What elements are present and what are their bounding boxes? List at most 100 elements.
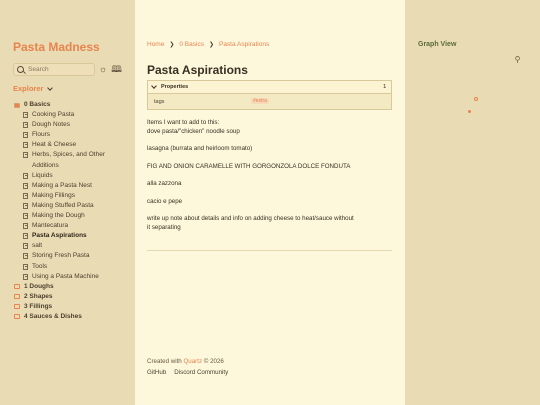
chevron-down-icon	[151, 83, 157, 89]
folder-icon	[14, 304, 20, 310]
tree-item-label: 4 Sauces & Dishes	[24, 312, 82, 320]
explorer-file[interactable]: Mantecatura	[13, 221, 131, 231]
quartz-link[interactable]: Quartz	[183, 358, 202, 365]
paragraph-line: Items I want to add to this:	[147, 119, 220, 126]
paragraph-line: dove pasta/"chicken" noodle soup	[147, 128, 240, 135]
explorer-folder[interactable]: 4 Sauces & Dishes	[13, 312, 131, 322]
paragraph: write up note about details and info on …	[147, 214, 392, 232]
explorer-file[interactable]: Heat & Cheese	[13, 140, 131, 150]
paragraph: cacio e pepe	[147, 197, 392, 206]
explorer-file[interactable]: Making the Dough	[13, 211, 131, 221]
tree-item-label: Flours	[32, 131, 51, 139]
chevron-right-icon: ❯	[208, 42, 214, 48]
property-row: tags #extra	[148, 94, 391, 110]
properties-count: 1	[383, 84, 386, 90]
expand-graph-icon[interactable]: ⚲	[513, 55, 522, 64]
file-icon	[23, 233, 28, 240]
tree-item-label: Making Fillings	[32, 191, 75, 199]
search-icon	[17, 66, 24, 73]
file-icon	[23, 192, 28, 199]
tree-item-label: Making the Dough	[32, 212, 85, 220]
tree-item-label: Herbs, Spices, and Other Additions	[32, 151, 105, 169]
file-icon	[23, 182, 28, 189]
article-body: Items I want to add to this: dove pasta/"…	[147, 118, 392, 240]
explorer-file[interactable]: Making Stuffed Pasta	[13, 201, 131, 211]
tree-item-label: Storing Fresh Pasta	[32, 252, 90, 260]
breadcrumb-folder[interactable]: 0 Basics	[179, 41, 204, 48]
graph-node[interactable]	[474, 97, 478, 101]
search-placeholder: Search	[28, 66, 49, 73]
tree-item-label: Making Stuffed Pasta	[32, 201, 94, 209]
left-sidebar: Pasta Madness Search ☼ 🕮 Explorer 0 Basi…	[0, 0, 135, 405]
explorer-file[interactable]: salt	[13, 241, 131, 251]
paragraph: FIG AND ONION CARAMELLE WITH GORGONZOLA …	[147, 162, 392, 171]
breadcrumb-current[interactable]: Pasta Aspirations	[219, 41, 269, 48]
footer-credit: Created with Quartz © 2026	[147, 358, 224, 365]
folder-icon	[14, 102, 20, 108]
paragraph-line: lasagna (burrata and heirloom tomato)	[147, 145, 253, 153]
file-icon	[23, 122, 28, 129]
explorer-folder[interactable]: 0 Basics	[13, 100, 131, 110]
tree-item-label: 1 Doughs	[24, 282, 54, 290]
explorer-file[interactable]: Tools	[13, 262, 131, 272]
paragraph-line: write up note about details and info on …	[147, 214, 354, 222]
explorer-file[interactable]: Using a Pasta Machine	[13, 272, 131, 282]
chevron-right-icon: ❯	[169, 42, 175, 48]
discord-link[interactable]: Discord Community	[174, 369, 228, 376]
explorer-file[interactable]: Liquids	[13, 171, 131, 181]
tree-item-label: Liquids	[32, 171, 53, 179]
file-icon	[23, 132, 28, 139]
site-title[interactable]: Pasta Madness	[13, 40, 100, 54]
explorer-folder[interactable]: 1 Doughs	[13, 282, 131, 292]
page-title: Pasta Aspirations	[147, 63, 248, 77]
file-icon	[23, 142, 28, 149]
tree-item-label: Pasta Aspirations	[32, 232, 87, 240]
explorer-toggle[interactable]: Explorer	[13, 84, 54, 93]
footer-created-prefix: Created with	[147, 358, 182, 365]
breadcrumb-home[interactable]: Home	[147, 41, 164, 48]
folder-icon	[14, 284, 20, 290]
paragraph-line: cacio e pepe	[147, 197, 183, 205]
explorer-file[interactable]: Dough Notes	[13, 120, 131, 130]
explorer-folder[interactable]: 3 Fillings	[13, 302, 131, 312]
tree-item-label: Tools	[32, 262, 48, 270]
explorer-file[interactable]: Making a Pasta Nest	[13, 181, 131, 191]
book-icon[interactable]: 🕮	[111, 64, 122, 74]
file-icon	[23, 273, 28, 280]
explorer-file[interactable]: Pasta Aspirations	[13, 231, 131, 241]
properties-toggle[interactable]: Properties 1	[148, 81, 391, 94]
github-link[interactable]: GitHub	[147, 369, 166, 376]
tree-item-label: salt	[32, 242, 43, 250]
main-content: Home ❯ 0 Basics ❯ Pasta Aspirations Past…	[135, 0, 405, 405]
file-icon	[23, 263, 28, 270]
paragraph: Items I want to add to this: dove pasta/"…	[147, 118, 392, 136]
explorer-tree: 0 Basics Cooking Pasta Dough Notes Flours He…	[13, 100, 131, 322]
properties-label: Properties	[161, 84, 189, 90]
sun-icon[interactable]: ☼	[98, 64, 108, 74]
tag-badge[interactable]: #extra	[251, 98, 269, 104]
paragraph: lasagna (burrata and heirloom tomato)	[147, 144, 392, 153]
footer-links: GitHub Discord Community	[147, 369, 228, 376]
properties-panel: Properties 1 tags #extra	[147, 80, 392, 110]
breadcrumb: Home ❯ 0 Basics ❯ Pasta Aspirations	[147, 41, 269, 48]
search-input[interactable]: Search	[13, 63, 95, 76]
folder-icon	[14, 314, 20, 320]
graph-node[interactable]	[468, 110, 471, 113]
folder-icon	[14, 294, 20, 300]
right-sidebar: Graph View ⚲	[405, 0, 540, 405]
explorer-file[interactable]: Making Fillings	[13, 191, 131, 201]
paragraph: alla zazzona	[147, 179, 392, 188]
property-key: tags	[154, 99, 165, 105]
paragraph-line: FIG AND ONION CARAMELLE WITH GORGONZOLA …	[147, 162, 351, 170]
tree-item-label: 0 Basics	[24, 101, 51, 108]
file-icon	[23, 223, 28, 230]
tree-item-label: Cooking Pasta	[32, 111, 75, 119]
explorer-folder[interactable]: 2 Shapes	[13, 292, 131, 302]
explorer-file[interactable]: Cooking Pasta	[13, 110, 131, 120]
explorer-file[interactable]: Storing Fresh Pasta	[13, 251, 131, 261]
tree-item-label: Making a Pasta Nest	[32, 181, 92, 189]
explorer-file[interactable]: Flours	[13, 130, 131, 140]
tree-item-label: 2 Shapes	[24, 292, 53, 300]
paragraph-line: it separating	[147, 223, 181, 231]
explorer-file[interactable]: Herbs, Spices, and Other Additions	[13, 150, 131, 170]
